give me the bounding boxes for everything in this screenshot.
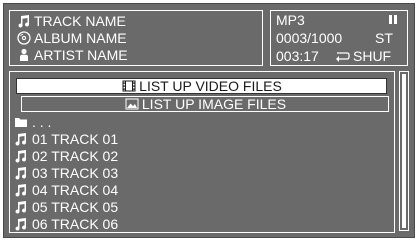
album-name: ALBUM NAME	[34, 30, 127, 46]
music-note-icon	[13, 199, 29, 215]
track-name-row: TRACK NAME	[16, 13, 126, 29]
track-info-panel: TRACK NAME ALBUM NAME ARTIST NAME	[9, 10, 263, 66]
repeat-mode: SHUF	[335, 48, 391, 64]
list-item-parent-folder[interactable]: . . .	[13, 114, 51, 130]
image-icon	[124, 97, 140, 111]
track-name: TRACK NAME	[34, 13, 126, 29]
track-label: 02 TRACK 02	[32, 148, 119, 164]
track-label: 05 TRACK 05	[32, 199, 119, 215]
album-name-row: ALBUM NAME	[16, 30, 127, 46]
film-icon	[121, 79, 137, 93]
artist-name-row: ARTIST NAME	[16, 47, 128, 63]
elapsed-time: 003:17	[276, 48, 319, 64]
music-note-icon	[16, 13, 32, 29]
track-label: 06 TRACK 06	[32, 216, 119, 232]
stereo-indicator: ST	[375, 30, 393, 46]
list-video-files-label: LIST UP VIDEO FILES	[139, 78, 282, 94]
track-label: 03 TRACK 03	[32, 165, 119, 181]
disc-icon	[16, 30, 32, 46]
track-counter: 0003/1000	[276, 30, 343, 46]
music-note-icon	[13, 148, 29, 164]
artist-name: ARTIST NAME	[34, 47, 128, 63]
list-image-files-button[interactable]: LIST UP IMAGE FILES	[21, 96, 389, 112]
repeat-icon	[335, 50, 351, 62]
list-video-files-button[interactable]: LIST UP VIDEO FILES	[16, 78, 387, 94]
person-icon	[16, 47, 32, 63]
music-note-icon	[13, 131, 29, 147]
scrollbar-thumb[interactable]	[402, 74, 406, 228]
file-list: LIST UP VIDEO FILES LIST UP IMAGE FILES …	[9, 71, 395, 233]
repeat-mode-label: SHUF	[353, 48, 392, 64]
file-format: MP3	[276, 12, 305, 28]
pause-icon	[389, 15, 397, 24]
list-image-files-label: LIST UP IMAGE FILES	[141, 96, 287, 112]
track-label: 04 TRACK 04	[32, 182, 119, 198]
folder-icon	[13, 114, 29, 130]
playback-status-panel: MP3 0003/1000 ST 003:17 SHUF	[270, 10, 408, 66]
list-item-track[interactable]: 01 TRACK 01	[13, 131, 118, 147]
track-label: 01 TRACK 01	[32, 131, 119, 147]
list-item-track[interactable]: 06 TRACK 06	[13, 216, 118, 232]
list-item-track[interactable]: 02 TRACK 02	[13, 148, 118, 164]
list-scrollbar[interactable]	[399, 71, 409, 231]
parent-folder-label: . . .	[32, 114, 52, 130]
list-item-track[interactable]: 04 TRACK 04	[13, 182, 118, 198]
music-note-icon	[13, 182, 29, 198]
music-note-icon	[13, 216, 29, 232]
list-item-track[interactable]: 05 TRACK 05	[13, 199, 118, 215]
music-note-icon	[13, 165, 29, 181]
list-item-track[interactable]: 03 TRACK 03	[13, 165, 118, 181]
